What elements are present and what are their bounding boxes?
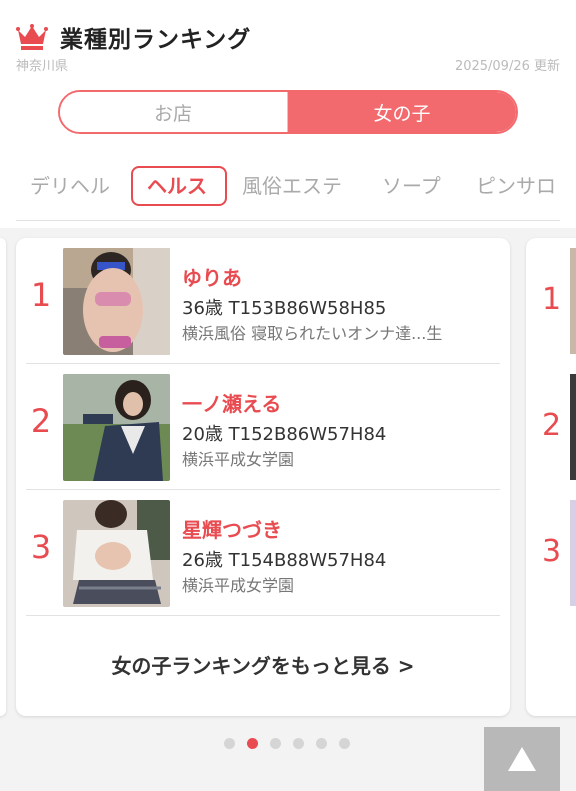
previous-card-peek[interactable] [0,238,6,716]
category-tab-deliheru[interactable]: デリヘル [30,166,110,206]
next-card-photo [570,500,576,606]
next-card-peek[interactable]: 1 2 3 [526,238,576,716]
pager-dot[interactable] [339,738,350,749]
ranking-type-toggle: お店 女の子 [58,90,518,134]
girl-stats: 36歳 T153B86W58H85 [182,298,387,319]
shop-name: 横浜風俗 寝取られたいオンナ達...生 [182,324,443,343]
tab-shop[interactable]: お店 [60,92,288,132]
row-divider [26,615,500,616]
pager-dot[interactable] [316,738,327,749]
girl-stats: 26歳 T154B88W57H84 [182,550,387,571]
shop-name: 横浜平成女学園 [182,450,295,469]
divider [16,220,560,221]
category-tab-soap[interactable]: ソープ [382,166,441,206]
scroll-to-top-button[interactable] [484,727,560,791]
next-card-rank: 2 [542,408,562,443]
crown-icon [16,24,48,50]
region-label: 神奈川県 [16,59,69,74]
profile-photo[interactable] [63,248,170,355]
girl-name[interactable]: 一ノ瀬える [182,388,281,417]
page-title: 業種別ランキング [60,27,252,53]
header: 業種別ランキング 神奈川県 2025/09/26 更新 お店 女の子 デリヘル … [0,0,576,228]
next-card-photo [570,374,576,480]
category-tabs: デリヘル ヘルス 風俗エステ ソープ ピンサロ [0,164,576,208]
shop-name: 横浜平成女学園 [182,576,295,595]
girl-name[interactable]: ゆりあ [182,262,242,291]
carousel-pager [224,738,350,749]
pager-dot-active[interactable] [247,738,258,749]
ranking-card: 1 ゆりあ 36歳 T153B86W58H85 横浜風俗 寝取られたいオンナ達.… [16,238,510,716]
more-ranking-link[interactable]: 女の子ランキングをもっと見る > [16,638,510,694]
next-card-photo [570,248,576,354]
ranking-row[interactable]: 2 一ノ瀬える 20歳 T152B86W57H84 横浜平成女学園 [16,364,510,490]
ranking-row[interactable]: 1 ゆりあ 36歳 T153B86W58H85 横浜風俗 寝取られたいオンナ達.… [16,238,510,364]
next-card-rank: 3 [542,534,562,569]
girl-stats: 20歳 T152B86W57H84 [182,424,387,445]
next-card-rank: 1 [542,282,562,317]
profile-photo[interactable] [63,374,170,481]
girl-name[interactable]: 星輝つづき [182,514,282,543]
category-tab-pinsaro[interactable]: ピンサロ [476,166,556,206]
rank-number: 1 [30,276,52,314]
rank-number: 3 [30,528,52,566]
triangle-up-icon [508,747,536,771]
rank-number: 2 [30,402,52,440]
updated-date: 2025/09/26 更新 [454,59,560,74]
title-row: 業種別ランキング [16,20,251,54]
category-tab-fuzoku-esute[interactable]: 風俗エステ [242,166,342,206]
category-tab-herusu[interactable]: ヘルス [131,166,227,206]
pager-dot[interactable] [270,738,281,749]
profile-photo[interactable] [63,500,170,607]
pager-dot[interactable] [224,738,235,749]
tab-girl[interactable]: 女の子 [288,92,516,132]
ranking-row[interactable]: 3 星輝つづき 26歳 T154B88W57H84 横浜平成女学園 [16,490,510,616]
pager-dot[interactable] [293,738,304,749]
